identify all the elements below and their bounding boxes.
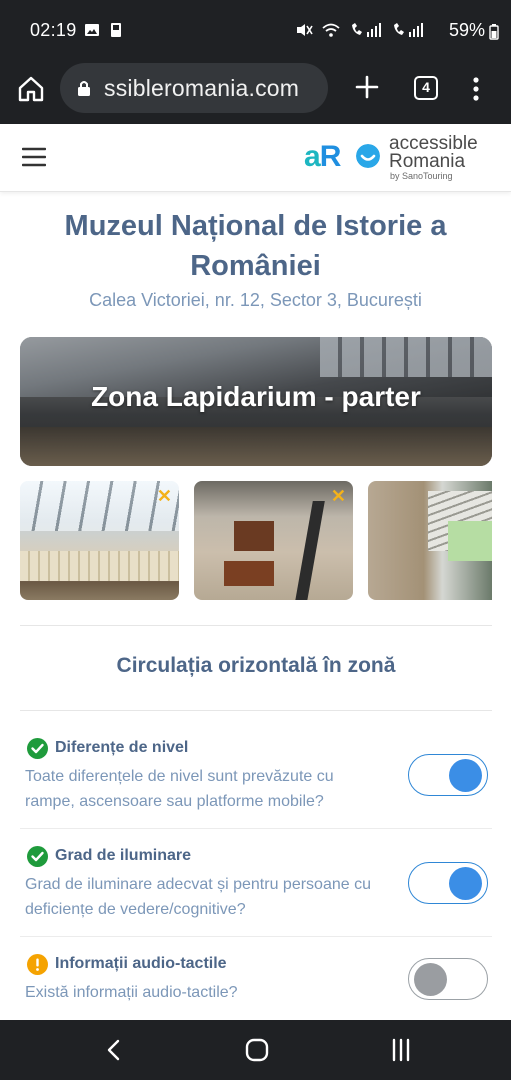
criterion-toggle[interactable] xyxy=(408,958,488,1000)
home-button-icon[interactable] xyxy=(245,1038,269,1062)
criterion-label: Grad de iluminare xyxy=(55,847,192,864)
criterion-toggle[interactable] xyxy=(408,862,488,904)
toggle-knob xyxy=(449,759,482,792)
criterion-lighting: Grad de iluminare Grad de iluminare adec… xyxy=(20,846,492,926)
page-address: Calea Victoriei, nr. 12, Sector 3, Bucur… xyxy=(89,290,422,310)
gallery-thumbnail-2[interactable]: ✕ xyxy=(194,481,353,600)
exclamation-circle-icon xyxy=(27,954,48,975)
mute-icon xyxy=(297,24,313,36)
system-icons xyxy=(295,22,425,38)
toggle-knob xyxy=(449,867,482,900)
more-options-icon[interactable] xyxy=(472,76,480,102)
zone-hero-banner[interactable]: Zona Lapidarium - parter xyxy=(20,337,492,466)
divider xyxy=(20,936,492,937)
criterion-audio-tactile: Informații audio-tactile Există informaț… xyxy=(20,954,492,1014)
check-circle-icon xyxy=(27,846,48,867)
criterion-label: Diferențe de nivel xyxy=(55,739,189,756)
battery-level: 59% xyxy=(448,20,485,40)
status-time: 02:19 xyxy=(30,20,77,40)
system-navigation-bar xyxy=(0,1020,511,1080)
thumb-photo-detail xyxy=(295,501,325,600)
page-title: Muzeul Național de Istorie a României xyxy=(64,210,447,282)
wifi-calling-icon xyxy=(322,23,340,37)
recent-apps-icon[interactable] xyxy=(389,1038,413,1062)
logo-mark: aR xyxy=(304,140,342,174)
browser-toolbar: ssibleromania.com 4 xyxy=(0,62,511,124)
criterion-description: Toate diferențele de nivel sunt prevăzut… xyxy=(25,768,334,810)
call-signal-2-icon xyxy=(394,23,423,37)
site-logo[interactable]: aR accessible Romania by SanoTouring xyxy=(304,134,494,186)
check-circle-icon xyxy=(27,738,48,759)
call-signal-1-icon xyxy=(352,23,381,37)
thumb-photo-detail xyxy=(20,551,179,581)
tab-switcher-button[interactable]: 4 xyxy=(414,76,438,100)
criterion-toggle[interactable] xyxy=(408,754,488,796)
hamburger-menu-icon[interactable] xyxy=(22,146,46,168)
gallery-thumbnail-3[interactable] xyxy=(368,481,492,600)
image-icon xyxy=(85,24,99,36)
thumb-photo-detail xyxy=(20,481,179,531)
divider xyxy=(20,710,492,711)
section-title: Circulația orizontală în zonă xyxy=(116,654,396,677)
home-icon[interactable] xyxy=(16,74,46,104)
logo-line-2: Romania xyxy=(389,151,466,172)
thumb-photo-detail xyxy=(234,521,274,551)
divider xyxy=(20,828,492,829)
logo-smile-icon xyxy=(356,144,380,168)
logo-letter-r: R xyxy=(319,140,342,173)
address-bar[interactable]: ssibleromania.com xyxy=(60,63,328,113)
warning-close-icon: ✕ xyxy=(156,486,172,506)
thumb-photo-detail xyxy=(224,561,274,586)
back-icon[interactable] xyxy=(104,1038,124,1062)
site-header: aR accessible Romania by SanoTouring xyxy=(0,124,511,192)
logo-letter-a: a xyxy=(304,140,321,173)
toggle-knob xyxy=(414,963,447,996)
criterion-level-differences: Diferențe de nivel Toate diferențele de … xyxy=(20,738,492,818)
lock-icon xyxy=(78,81,90,96)
new-tab-icon[interactable] xyxy=(354,74,380,100)
status-bar: 02:19 59% xyxy=(0,0,511,62)
criterion-description: Există informații audio-tactile? xyxy=(25,984,238,1001)
logo-line-3: by SanoTouring xyxy=(390,171,453,181)
warning-close-icon: ✕ xyxy=(330,486,346,506)
criterion-label: Informații audio-tactile xyxy=(55,955,227,972)
gallery-thumbnail-1[interactable]: ✕ xyxy=(20,481,179,600)
notification-icons xyxy=(84,22,124,38)
storage-icon xyxy=(111,23,121,37)
url-text: ssibleromania.com xyxy=(104,75,300,101)
thumb-photo-detail xyxy=(448,521,492,561)
divider xyxy=(20,625,492,626)
battery-icon xyxy=(489,24,499,40)
criterion-description: Grad de iluminare adecvat și pentru pers… xyxy=(25,876,371,918)
zone-title: Zona Lapidarium - parter xyxy=(91,381,421,412)
